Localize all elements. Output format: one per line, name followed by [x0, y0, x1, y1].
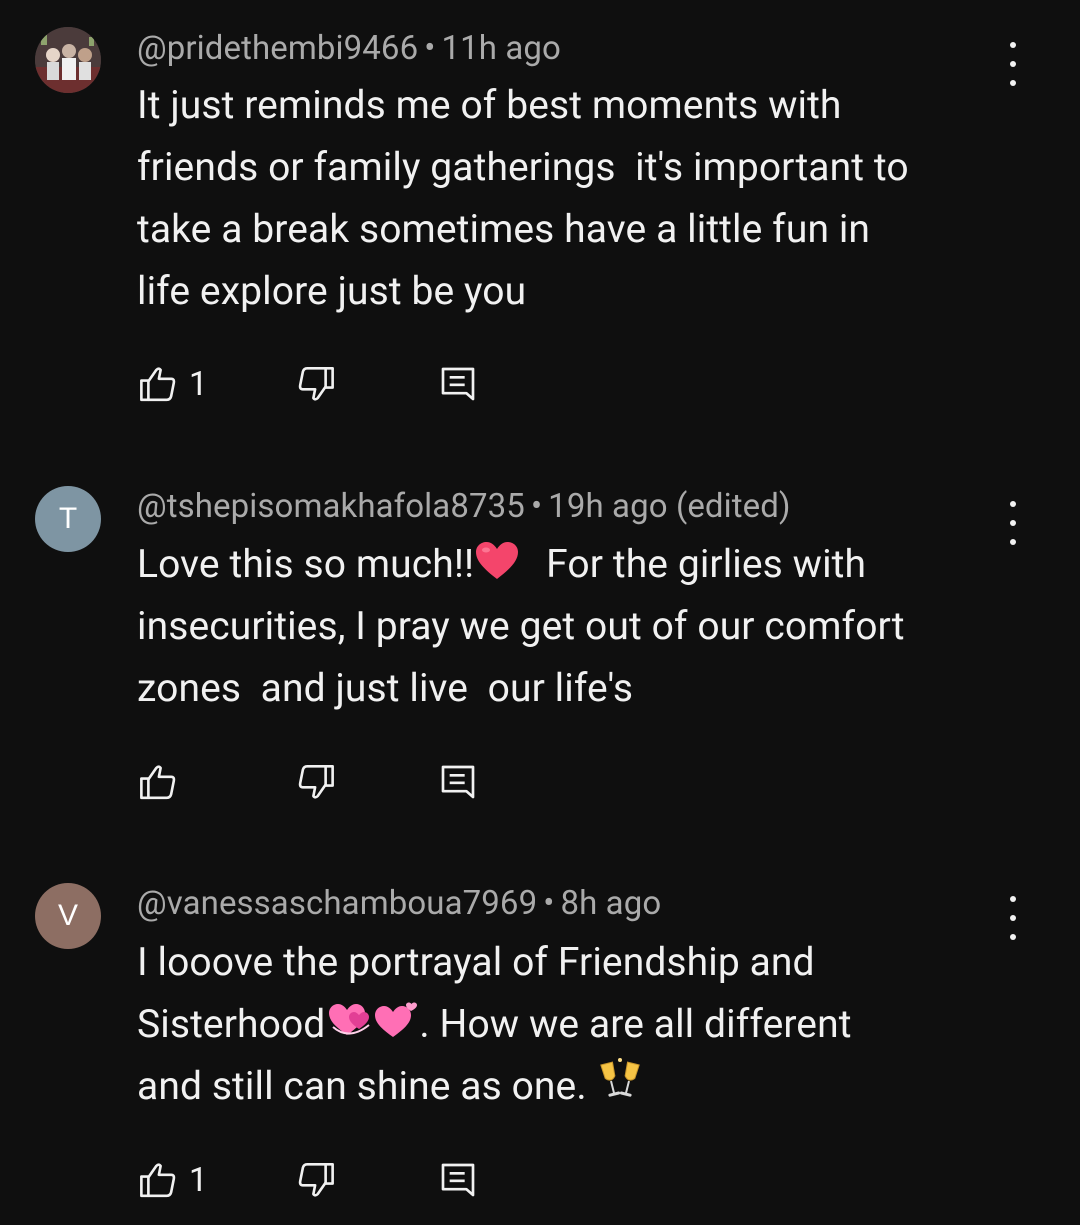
meta-separator: •: [530, 487, 543, 526]
author-handle[interactable]: @tshepisomakhafola8735: [137, 487, 525, 526]
avatar[interactable]: T: [35, 486, 101, 552]
reply-comment-icon: [441, 1163, 475, 1197]
comment-time[interactable]: 11h ago: [441, 29, 560, 68]
red-heart-emoji-icon: [476, 542, 519, 579]
revolving-hearts-emoji-icon: [329, 1002, 418, 1037]
meta-separator: •: [543, 884, 555, 923]
meta-separator: •: [424, 29, 436, 68]
reply-button[interactable]: [438, 362, 478, 406]
comment-text-fragment: . How we are all different: [419, 1001, 852, 1047]
dislike-button[interactable]: [295, 760, 337, 804]
reply-comment-icon: [441, 765, 475, 799]
thumbs-up-icon: [140, 1163, 176, 1198]
comment-text-line: Love this so much!! For the girlies with: [137, 533, 1017, 595]
avatar[interactable]: V: [35, 883, 101, 949]
comment-text-fragment: For the girlies with: [546, 541, 867, 587]
avatar-letter: T: [58, 502, 78, 535]
comment-text-line: zones and just live our life's: [137, 665, 634, 711]
avatar-photo-icon: [35, 27, 101, 93]
comment-text-line: I looove the portrayal of Friendship and: [137, 939, 815, 985]
comment-text-fragment: Sisterhood: [137, 1001, 326, 1047]
thumbs-down-icon: [298, 764, 334, 799]
comment-time[interactable]: 8h ago: [560, 884, 661, 923]
thumbs-up-icon: [140, 765, 176, 800]
comment-text: Love this so much!! For the girlies with …: [137, 533, 1017, 719]
comment-time[interactable]: 19h ago: [548, 487, 667, 526]
comment-text-line: Sisterhood . How we are all different: [137, 993, 1017, 1055]
reply-comment-icon: [441, 367, 475, 401]
comment-text-fragment: Love this so much!!: [137, 541, 475, 587]
dislike-button[interactable]: [295, 362, 337, 406]
dislike-button[interactable]: [295, 1158, 337, 1202]
author-handle[interactable]: @vanessaschamboua7969: [137, 884, 537, 923]
edited-label: (edited): [675, 487, 791, 526]
comment-text-line: and still can shine as one.: [137, 1055, 1017, 1117]
like-button[interactable]: 1: [137, 1158, 208, 1202]
thumbs-up-icon: [140, 367, 176, 402]
comment-text-line: friends or family gatherings it's import…: [137, 144, 909, 190]
comment-text-fragment: and still can shine as one.: [137, 1063, 597, 1109]
thumbs-down-icon: [298, 1162, 334, 1197]
clinking-glasses-emoji-icon: [599, 1058, 640, 1097]
thumbs-down-icon: [298, 366, 334, 401]
reply-button[interactable]: [438, 760, 478, 804]
comment-text: It just reminds me of best moments with …: [137, 74, 1017, 322]
comment-text-line: insecurities, I pray we get out of our c…: [137, 603, 905, 649]
avatar[interactable]: [35, 27, 101, 93]
author-handle[interactable]: @pridethembi9466: [137, 29, 418, 68]
comment-meta: @vanessaschamboua7969 • 8h ago: [137, 884, 661, 923]
avatar-letter: V: [57, 899, 78, 932]
comment-meta: @pridethembi9466 • 11h ago: [137, 29, 561, 68]
comment-text-line: life explore just be you: [137, 268, 527, 314]
comment-text-line: take a break sometimes have a little fun…: [137, 206, 871, 252]
like-count: 1: [189, 364, 208, 404]
comment-text: I looove the portrayal of Friendship and…: [137, 931, 1017, 1117]
like-count: 1: [189, 1160, 208, 1200]
comment-meta: @tshepisomakhafola8735 • 19h ago (edited): [137, 487, 791, 526]
like-button[interactable]: 1: [137, 362, 208, 406]
reply-button[interactable]: [438, 1158, 478, 1202]
comment-text-line: It just reminds me of best moments with: [137, 82, 842, 128]
like-button[interactable]: [137, 760, 189, 804]
